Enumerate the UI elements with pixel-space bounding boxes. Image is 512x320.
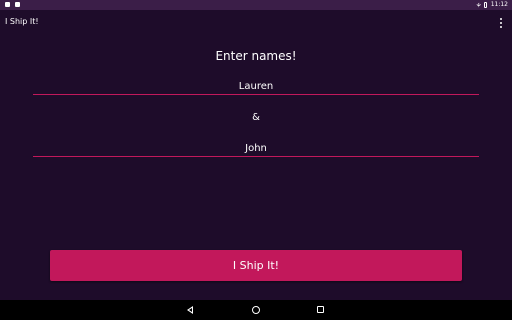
system-icons: ✈ 11:12 (474, 0, 508, 10)
ship-it-button[interactable]: I Ship It! (50, 250, 462, 281)
recents-icon[interactable] (317, 306, 324, 313)
first-name-input[interactable] (33, 78, 479, 95)
clock: 11:12 (490, 1, 508, 8)
home-icon[interactable] (252, 306, 260, 314)
overflow-menu-icon[interactable] (499, 18, 503, 28)
status-bar: ✈ 11:12 (0, 0, 512, 10)
notification-icons (5, 2, 20, 7)
airplane-mode-icon: ✈ (474, 2, 482, 8)
app-title: I Ship It! (5, 17, 39, 26)
navigation-bar (0, 300, 512, 320)
app-bar: I Ship It! (0, 10, 512, 34)
notification-icon (15, 2, 20, 7)
back-icon[interactable] (187, 306, 193, 314)
ampersand-separator: & (252, 112, 260, 123)
battery-icon (483, 2, 487, 8)
page-heading: Enter names! (215, 49, 297, 63)
second-name-input[interactable] (33, 140, 479, 157)
notification-icon (5, 2, 10, 7)
